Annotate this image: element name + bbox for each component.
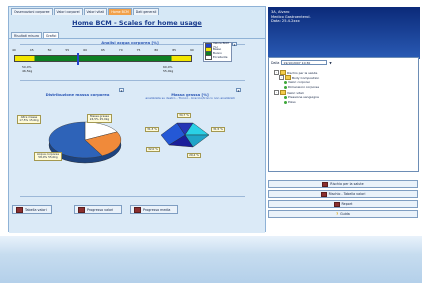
- tab-dati-generali[interactable]: Dati generali: [132, 8, 160, 15]
- date-row: Dalla 19/10/2007 10:30 ▼: [271, 60, 332, 65]
- gauge-tick: 50: [47, 48, 52, 52]
- tab-valori-vitali[interactable]: Valori vitali: [83, 8, 108, 15]
- gauge-right-label-2: 55,0kg: [163, 69, 174, 73]
- date-label: Dalla: [271, 60, 280, 65]
- rischio-salute-button[interactable]: Rischio per la salute: [268, 180, 418, 188]
- table-icon: [16, 206, 23, 213]
- gauge-tick: 65: [101, 48, 105, 52]
- tree-item-label: Polso: [288, 100, 296, 104]
- report-button[interactable]: Report: [268, 200, 418, 208]
- chart-icon: [134, 206, 141, 213]
- node-icon: [284, 95, 287, 99]
- patient-name: 3A, Alvaro: [271, 10, 290, 14]
- tree-item-label: Valori vitali: [287, 90, 304, 95]
- tab-valori-corporei[interactable]: Valori corporei: [53, 8, 83, 15]
- node-icon: [284, 80, 287, 84]
- button-label: Rischio - Tabella valori: [328, 192, 366, 196]
- node-icon: [284, 100, 287, 104]
- node-icon: [284, 85, 287, 89]
- button-label: Report: [341, 202, 353, 206]
- gauge-tick: 40: [12, 48, 16, 52]
- tree-item-label: Dimensioni corporee: [288, 85, 320, 89]
- gauge-title: Analisi acqua corporea [%]: [101, 40, 159, 45]
- progresso-media-button[interactable]: Progresso media: [130, 205, 178, 214]
- button-label: Tabella valori: [25, 207, 47, 212]
- tree-item[interactable]: Dimensioni corporee: [284, 85, 319, 89]
- pie2-callout-2: 31,5 %: [211, 127, 225, 133]
- legend-item: Eccellente: [204, 54, 231, 60]
- tree-item[interactable]: Valori corporei: [284, 80, 310, 84]
- gauge-tick: 45: [29, 48, 34, 52]
- chart-icon: [322, 181, 329, 187]
- table-icon: [320, 191, 327, 197]
- tree-item-label: Valori corporei: [288, 80, 310, 84]
- divider: [20, 80, 245, 81]
- report-icon: [333, 201, 340, 207]
- pie2-callout-1: 34,7 %: [177, 113, 191, 119]
- chevron-down-icon[interactable]: ▼: [329, 61, 331, 65]
- tree-item-label: Pressione sanguigna: [288, 95, 319, 99]
- pie1-chart: [48, 121, 122, 164]
- gauge-tick: 70: [118, 48, 123, 52]
- gauge-tick: 85: [172, 48, 177, 52]
- tab-home-bcm[interactable]: Home BCM: [108, 8, 132, 15]
- main-tabs: Osservazioni corporee Valori corporei Va…: [11, 8, 160, 15]
- rischio-tabella-button[interactable]: Rischio - Tabella valori: [268, 190, 418, 198]
- pie2-menu-button[interactable]: ▾: [236, 88, 241, 93]
- help-icon: ?: [336, 212, 339, 216]
- button-label: Rischio per la salute: [330, 182, 364, 186]
- water-gauge-bar: [14, 55, 192, 62]
- chart-icon: [78, 206, 85, 213]
- divider: [20, 196, 245, 197]
- gauge-tick: 55: [65, 48, 70, 52]
- page-title: Home BCM - Scales for home usage: [72, 19, 202, 27]
- tab-osservazioni[interactable]: Osservazioni corporee: [11, 8, 53, 15]
- gauge-marker: [77, 53, 80, 65]
- guida-button[interactable]: ? Guida: [268, 210, 418, 218]
- gauge-menu-button[interactable]: ▾: [232, 42, 237, 47]
- gauge-left-label-2: 46,5kg: [22, 69, 33, 73]
- pie2-callout-4: 31,3 %: [145, 127, 159, 133]
- gauge-tick: 90: [190, 48, 194, 52]
- tree-item[interactable]: Polso: [284, 100, 296, 104]
- gauge-tick: 75: [136, 48, 141, 52]
- tree-item-label: Rischio per la salute: [287, 70, 318, 75]
- pie1-title: Distribuzione massa corporea: [45, 92, 110, 97]
- gauge-tick: 60: [83, 48, 88, 52]
- pie1-menu-button[interactable]: ▾: [119, 88, 124, 93]
- patient-header: 3A, Alvaro Medico Gastroenterol. Data: 2…: [268, 7, 420, 59]
- pie1-callout-water: Acqua corporea 58,0% 55,0kg: [34, 152, 62, 161]
- gauge-legend: Valore BCM (%) Basso Buono Eccellente: [203, 41, 232, 62]
- patient-date: Data: 25.4.2xxx: [271, 19, 300, 23]
- pie2-callout-3: 29,4 %: [187, 153, 201, 159]
- pie2-callout-5: 32,0 %: [146, 147, 160, 153]
- gauge-tick: 80: [154, 48, 159, 52]
- desktop-gradient: [0, 236, 422, 283]
- button-label: Progresso valori: [87, 207, 114, 212]
- button-label: Progresso media: [143, 207, 171, 212]
- date-select[interactable]: 19/10/2007 10:30: [281, 60, 328, 65]
- pie1-callout-fat: Massa grassa 24,5% 25,0kg: [87, 114, 112, 123]
- legend-swatch: [205, 54, 212, 60]
- pie1-callout-other: Altre masse 17,5% 15,0kg: [17, 115, 41, 124]
- tree-item[interactable]: Pressione sanguigna: [284, 95, 319, 99]
- tree-item-label: Body Composition: [292, 75, 320, 80]
- progresso-valori-button[interactable]: Progresso valori: [74, 205, 122, 214]
- pie2-subtitle: analizzata su destro - Tronco - braccio/…: [145, 96, 235, 100]
- tabella-valori-button[interactable]: Tabella valori: [12, 205, 52, 214]
- button-label: Guida: [340, 212, 350, 216]
- expand-toggle-icon[interactable]: -: [274, 90, 279, 95]
- legend-label: Eccellente: [213, 55, 228, 59]
